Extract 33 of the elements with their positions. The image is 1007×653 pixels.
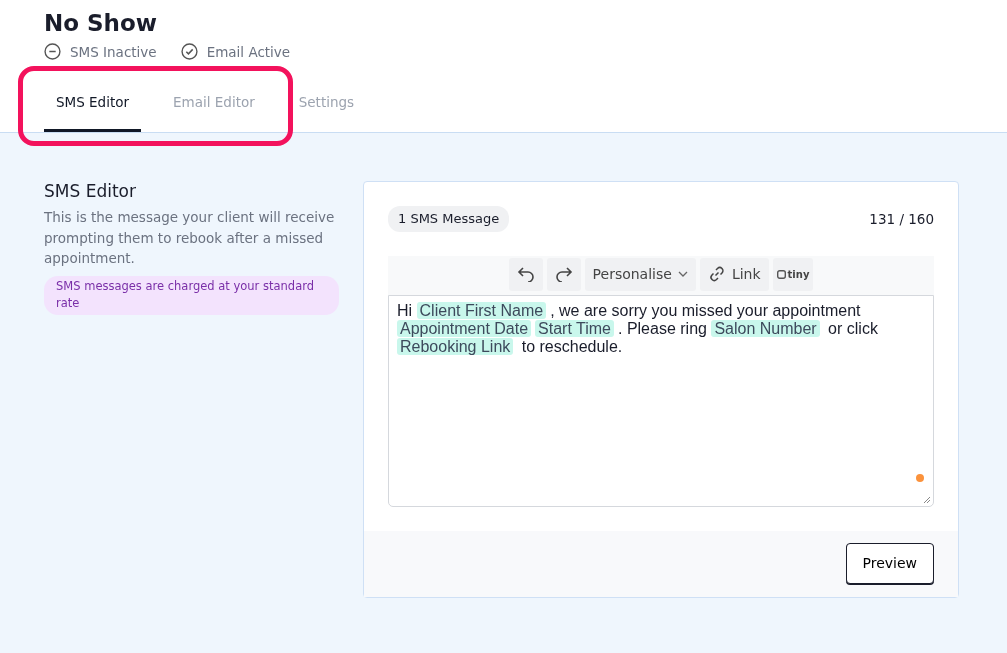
undo-arrow-icon [516,266,535,283]
status-dot-icon [916,473,924,482]
merge-tag[interactable]: Rebooking Link [397,338,514,356]
section-description: This is the message your client will receive prompting them to rebook after a missed appointment. [44,208,336,268]
message-text: . Please ring [618,320,708,337]
tiny-logo[interactable]: tiny [772,257,814,291]
page-title: No Show [44,10,159,38]
status-label: Email Active [206,42,291,62]
status-label: SMS Inactive [70,42,157,62]
preview-button[interactable]: Preview [845,542,934,584]
redo-button[interactable] [546,257,581,291]
merge-tag[interactable]: Start Time [535,320,614,337]
character-count: 131 / 160 [869,209,934,229]
merge-tag[interactable]: Salon Number [711,320,820,337]
message-text: to reschedule. [520,338,623,356]
message-editor[interactable]: Hi Client First Name , we are sorry you missed your appointment Appointment Date Start Time . Please ring Salon Number or click Rebooking Link to reschedule. [388,294,934,507]
message-text: or click [827,320,878,337]
section-title: SMS Editor [44,181,137,202]
redo-arrow-icon [554,266,573,283]
merge-tag[interactable]: Appointment Date [397,320,532,337]
sms-charge-notice: SMS messages are charged at your standard rate [44,276,339,315]
merge-tag[interactable]: Client First Name [416,301,547,319]
chain-link-icon [707,265,726,284]
message-count: 1 SMS Message [388,206,510,232]
message-text: , we are sorry you missed your appointment [550,301,861,319]
personalise-dropdown[interactable]: Personalise [584,257,696,291]
link-button[interactable]: Link [699,257,769,291]
undo-button[interactable] [508,257,543,291]
logo-icon [776,269,786,279]
chevron-down-icon [677,271,688,278]
tab[interactable]: SMS Editor [44,77,142,133]
resize-handle-icon[interactable] [923,495,931,504]
message-text: Hi [397,301,414,319]
